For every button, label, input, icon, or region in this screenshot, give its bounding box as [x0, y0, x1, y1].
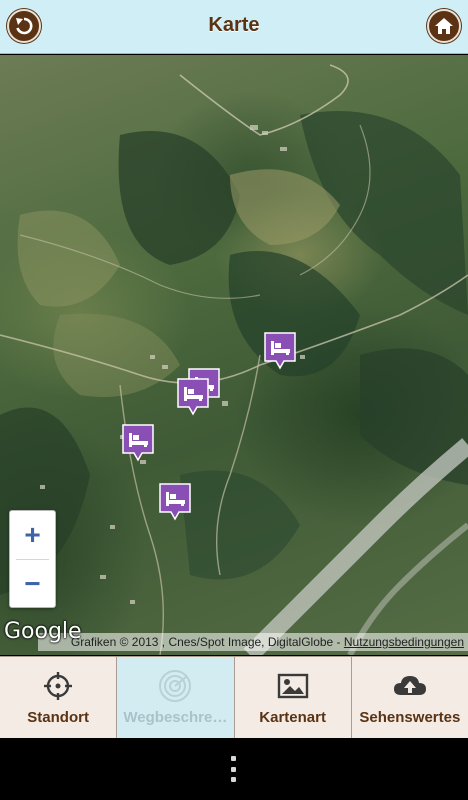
bottom-tab-bar: Standort Wegbeschre… Kartenart Sehenswer…: [0, 656, 468, 738]
tab-wegbeschreibung[interactable]: Wegbeschre…: [117, 657, 235, 738]
tab-standort[interactable]: Standort: [0, 657, 118, 738]
radar-icon: [158, 669, 192, 703]
map-view[interactable]: + − Grafiken © 2013 , Cnes/Spot Image, D…: [0, 55, 468, 655]
zoom-controls: + −: [9, 510, 56, 608]
zoom-out-button[interactable]: −: [10, 560, 55, 608]
overflow-menu-icon[interactable]: [231, 756, 237, 782]
cloud-upload-icon: [393, 669, 427, 703]
terms-link[interactable]: Nutzungsbedingungen: [344, 635, 464, 649]
hotel-marker-3[interactable]: [176, 377, 210, 417]
tab-sehenswertes-label: Sehenswertes: [359, 709, 461, 726]
tab-kartenart[interactable]: Kartenart: [235, 657, 352, 738]
page-title: Karte: [208, 14, 260, 36]
home-icon: [435, 18, 453, 34]
attribution-text: Grafiken © 2013 , Cnes/Spot Image, Digit…: [70, 635, 344, 649]
tab-kartenart-label: Kartenart: [259, 709, 326, 726]
tab-wegbeschreibung-label: Wegbeschre…: [123, 709, 228, 726]
tab-sehenswertes[interactable]: Sehenswertes: [352, 657, 468, 738]
system-nav-bar: [0, 738, 468, 800]
zoom-in-button[interactable]: +: [10, 511, 55, 559]
map-attribution: Grafiken © 2013 , Cnes/Spot Image, Digit…: [38, 633, 468, 651]
hotel-marker-4[interactable]: [121, 423, 155, 463]
picture-icon: [276, 669, 310, 703]
crosshair-icon: [41, 669, 75, 703]
satellite-imagery: [0, 64, 468, 655]
hotel-marker-5[interactable]: [158, 482, 192, 522]
tab-standort-label: Standort: [27, 709, 89, 726]
hotel-marker-1[interactable]: [263, 331, 297, 371]
home-button[interactable]: [427, 9, 461, 43]
google-logo: Google: [4, 619, 82, 644]
app-header: Karte: [0, 0, 468, 54]
